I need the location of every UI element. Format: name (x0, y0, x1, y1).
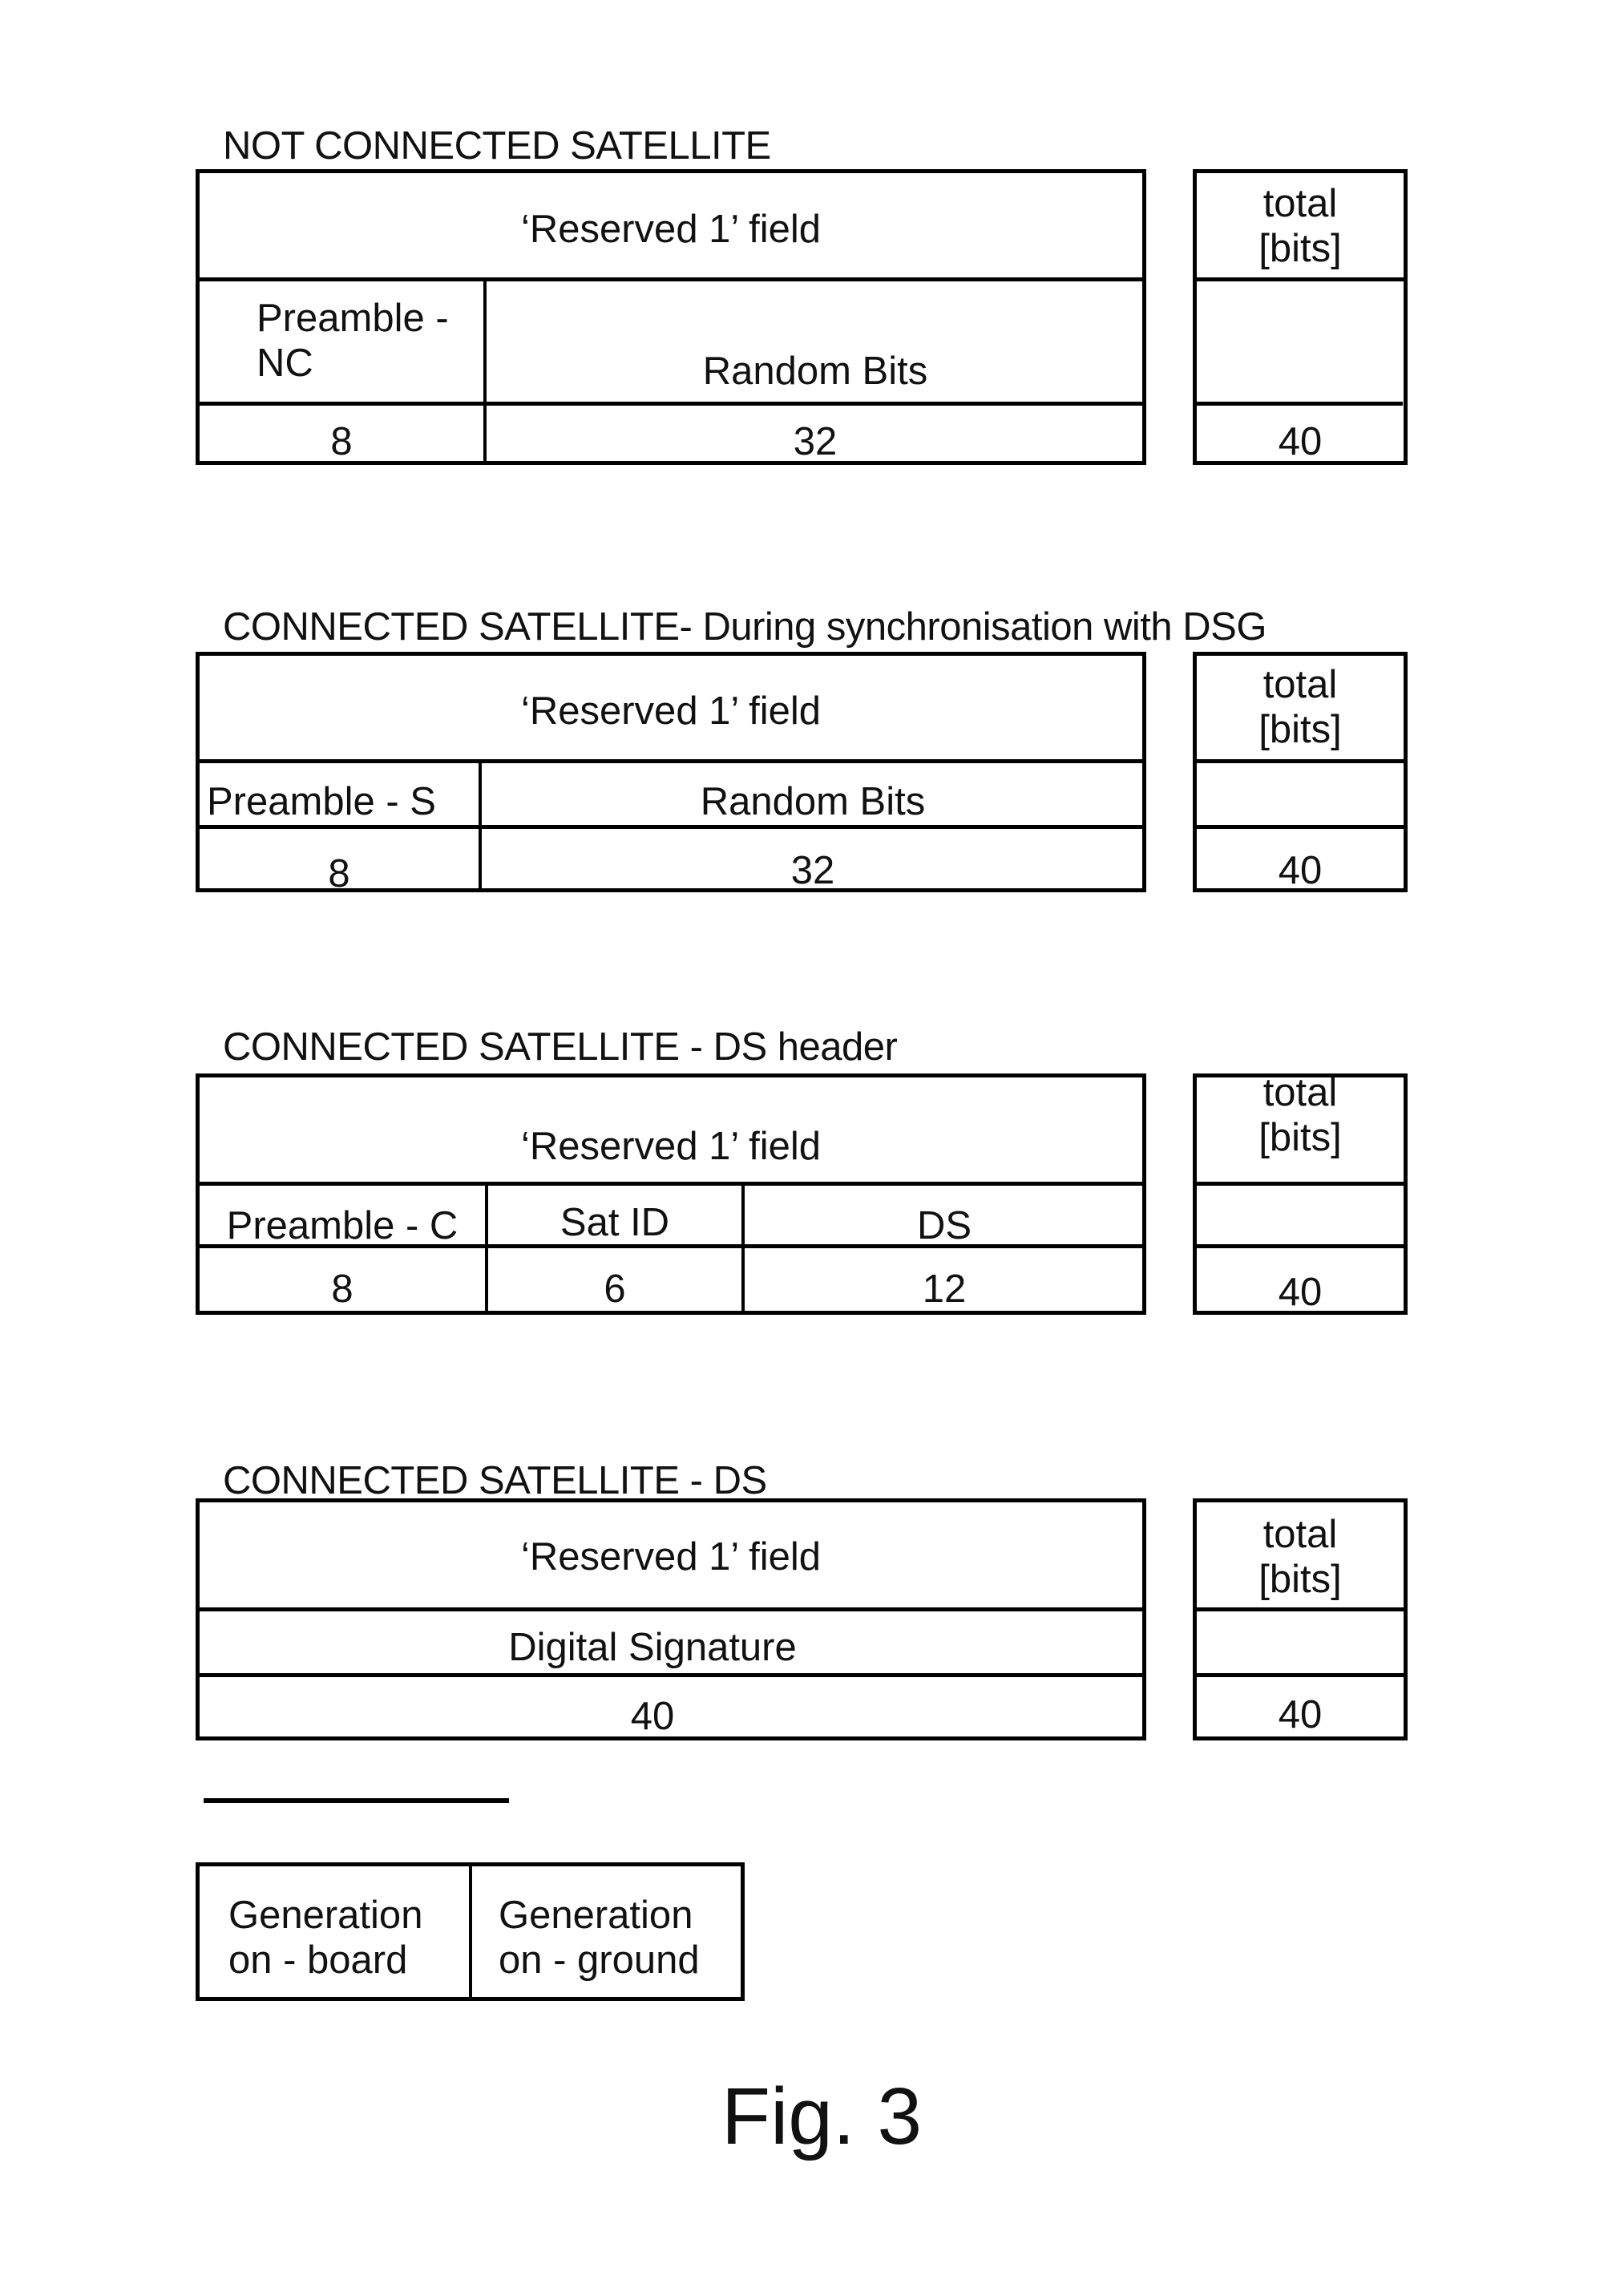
section-title: NOT CONNECTED SATELLITE (223, 124, 771, 168)
field-bits: 8 (328, 852, 350, 895)
total-header: total [bits] (1258, 182, 1342, 270)
section-title: CONNECTED SATELLITE - DS header (223, 1025, 898, 1069)
reserved-field-header: ‘Reserved 1’ field (520, 208, 822, 251)
separator-line (204, 1798, 509, 1803)
field-name: Random Bits (700, 780, 926, 823)
field-bits: 12 (922, 1267, 967, 1311)
field-bits: 8 (330, 420, 353, 463)
divider (196, 277, 1146, 281)
field-name: Random Bits (702, 350, 928, 393)
field-name: Sat ID (560, 1201, 670, 1244)
field-bits: 40 (630, 1695, 675, 1738)
total-bits: 40 (1278, 1693, 1323, 1736)
divider (469, 1865, 472, 1999)
total-bits: 40 (1278, 849, 1323, 892)
reserved-field-header: ‘Reserved 1’ field (520, 689, 822, 733)
divider (1193, 759, 1408, 763)
field-name: DS (916, 1204, 972, 1247)
divider (196, 1673, 1146, 1677)
total-header: total [bits] (1258, 1513, 1342, 1601)
divider (196, 825, 1146, 829)
divider (196, 402, 1146, 406)
total-header: total [bits] (1258, 663, 1342, 751)
divider (1193, 1673, 1408, 1677)
field-bits: 8 (331, 1267, 353, 1311)
field-bits: 32 (790, 849, 835, 892)
divider (1193, 277, 1408, 281)
divider (196, 759, 1146, 763)
field-name: Preamble - C (226, 1204, 459, 1247)
field-name: Digital Signature (508, 1626, 797, 1669)
legend-item-on-board: Generation on - board (228, 1894, 423, 1982)
field-name: Preamble - S (207, 780, 436, 823)
field-bits: 32 (793, 420, 838, 463)
field-name: Preamble - NC (257, 297, 449, 385)
divider (1193, 1182, 1408, 1186)
divider (196, 1607, 1146, 1611)
divider (1193, 825, 1408, 829)
legend-item-on-ground: Generation on - ground (499, 1894, 700, 1982)
field-bits: 6 (604, 1267, 626, 1311)
total-header: total [bits] (1258, 1071, 1342, 1159)
divider (1193, 1244, 1408, 1248)
reserved-field-header: ‘Reserved 1’ field (520, 1535, 822, 1579)
figure-label: Fig. 3 (721, 2072, 923, 2161)
divider (1193, 402, 1403, 406)
divider (1193, 1607, 1408, 1611)
total-bits: 40 (1278, 420, 1323, 463)
total-bits: 40 (1278, 1271, 1323, 1314)
reserved-field-header: ‘Reserved 1’ field (520, 1125, 822, 1168)
section-title: CONNECTED SATELLITE- During synchronisat… (223, 605, 1266, 649)
divider (196, 1182, 1146, 1186)
section-title: CONNECTED SATELLITE - DS (223, 1459, 767, 1502)
